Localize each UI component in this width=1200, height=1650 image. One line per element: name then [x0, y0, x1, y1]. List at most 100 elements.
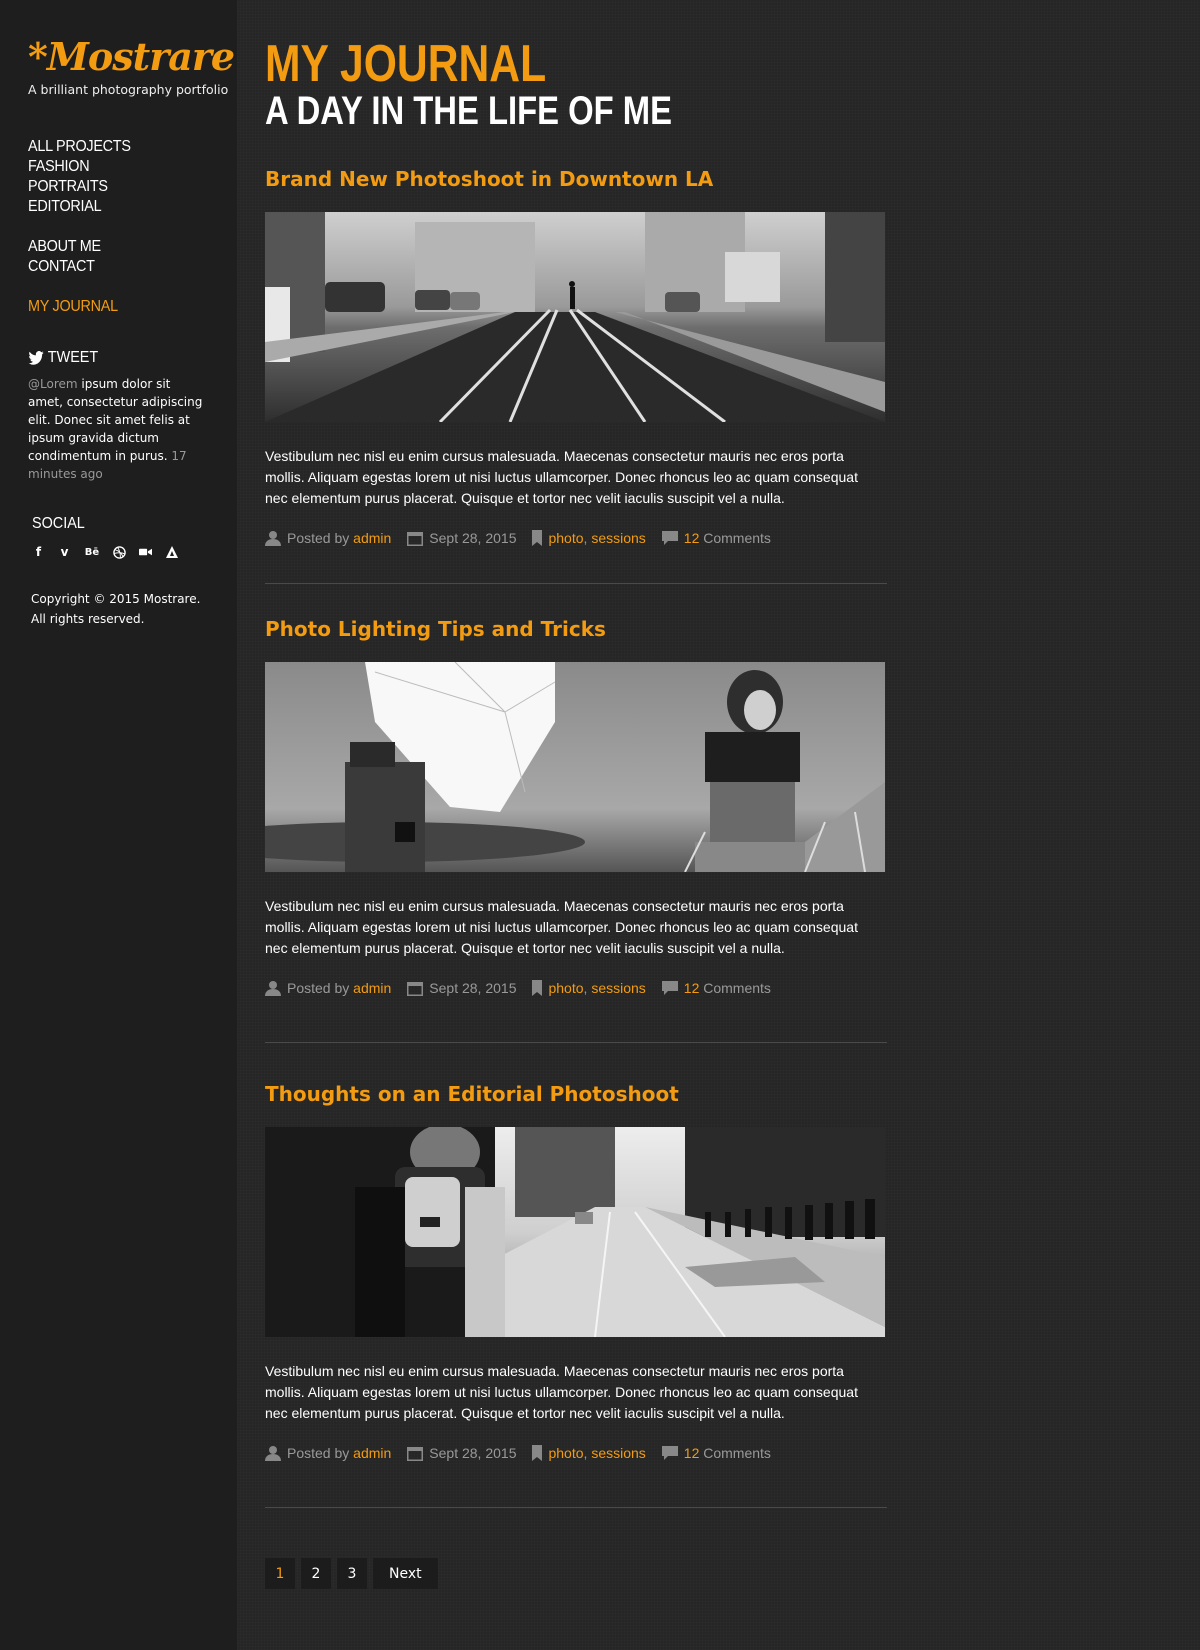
- user-icon: [265, 981, 281, 996]
- post-meta: Posted by admin Sept 28, 2015 photo, ses…: [265, 1445, 887, 1461]
- post-3: Thoughts on an Editorial Photoshoot Vest…: [265, 1081, 887, 1461]
- tag-link[interactable]: sessions: [591, 530, 645, 546]
- comment-icon: [661, 1446, 678, 1460]
- post-meta: Posted by admin Sept 28, 2015 photo, ses…: [265, 980, 887, 996]
- twitter-icon: [28, 351, 44, 365]
- copyright: Copyright © 2015 Mostrare. All rights re…: [31, 589, 237, 629]
- meta-comments: 12 Comments: [661, 530, 771, 546]
- meta-tags: photo, sessions: [532, 980, 646, 996]
- facebook-icon[interactable]: f: [32, 545, 45, 559]
- bookmark-icon: [532, 1445, 543, 1461]
- post-body: Vestibulum nec nisl eu enim cursus males…: [265, 898, 858, 956]
- comment-icon: [661, 981, 678, 995]
- page-button-1[interactable]: 1: [265, 1558, 295, 1589]
- vimeo-icon[interactable]: v: [58, 545, 71, 559]
- user-icon: [265, 531, 281, 546]
- bookmark-icon: [532, 980, 543, 996]
- post-body: Vestibulum nec nisl eu enim cursus males…: [265, 1363, 858, 1421]
- post-divider: [265, 583, 887, 584]
- meta-date: Sept 28, 2015: [407, 980, 516, 996]
- comments-label: Comments: [703, 530, 771, 546]
- post-date: Sept 28, 2015: [429, 530, 517, 546]
- page-button-3[interactable]: 3: [337, 1558, 367, 1589]
- copyright-line-2: All rights reserved.: [31, 612, 145, 626]
- main-content: MY JOURNAL A DAY IN THE LIFE OF ME: [265, 36, 887, 134]
- meta-comments: 12 Comments: [661, 980, 771, 996]
- tag-link[interactable]: sessions: [591, 1445, 645, 1461]
- comment-count[interactable]: 12: [684, 980, 700, 996]
- pagination: 1 2 3 Next: [265, 1558, 438, 1589]
- site-logo[interactable]: *Mostrare: [28, 34, 237, 80]
- nav-item-all-projects[interactable]: ALL PROJECTS: [28, 137, 216, 157]
- next-page-button[interactable]: Next: [373, 1558, 438, 1589]
- author-link[interactable]: admin: [353, 980, 391, 996]
- nav-item-fashion[interactable]: FASHION: [28, 157, 216, 177]
- meta-author: Posted by admin: [265, 980, 391, 996]
- post-2: Photo Lighting Tips and Tricks Vestibulu…: [265, 616, 887, 996]
- meta-comments: 12 Comments: [661, 1445, 771, 1461]
- post-title[interactable]: Thoughts on an Editorial Photoshoot: [265, 1081, 887, 1107]
- page-subtitle: A DAY IN THE LIFE OF ME: [265, 89, 673, 133]
- post-image-city-street[interactable]: [265, 1127, 885, 1337]
- meta-date: Sept 28, 2015: [407, 530, 516, 546]
- page-title: MY JOURNAL: [265, 35, 547, 93]
- post-date: Sept 28, 2015: [429, 1445, 517, 1461]
- post-body: Vestibulum nec nisl eu enim cursus males…: [265, 448, 858, 506]
- nav-item-about-me[interactable]: ABOUT ME: [28, 237, 216, 257]
- comments-label: Comments: [703, 980, 771, 996]
- post-title[interactable]: Photo Lighting Tips and Tricks: [265, 616, 887, 642]
- bookmark-icon: [532, 530, 543, 546]
- nav-item-portraits[interactable]: PORTRAITS: [28, 177, 216, 197]
- calendar-icon: [407, 532, 424, 546]
- user-icon: [265, 1446, 281, 1461]
- tag-link[interactable]: photo: [548, 530, 583, 546]
- calendar-icon: [407, 982, 424, 996]
- posted-by-label: Posted by: [287, 530, 350, 546]
- comments-label: Comments: [703, 1445, 771, 1461]
- post-divider: [265, 1042, 887, 1043]
- comment-count[interactable]: 12: [684, 530, 700, 546]
- vine-icon[interactable]: [165, 545, 178, 559]
- main-nav: ALL PROJECTS FASHION PORTRAITS EDITORIAL…: [28, 137, 237, 317]
- behance-icon[interactable]: Bē: [84, 545, 100, 559]
- calendar-icon: [407, 1447, 424, 1461]
- tweet-handle[interactable]: @Lorem: [28, 377, 78, 391]
- nav-group-info: ABOUT ME CONTACT: [28, 237, 237, 277]
- post-title[interactable]: Brand New Photoshoot in Downtown LA: [265, 166, 887, 192]
- copyright-line-1: Copyright © 2015 Mostrare.: [31, 592, 201, 606]
- nav-group-journal: MY JOURNAL: [28, 297, 237, 317]
- tweet-heading: TWEET: [28, 349, 216, 367]
- meta-author: Posted by admin: [265, 530, 391, 546]
- dribbble-icon[interactable]: [113, 545, 126, 559]
- nav-item-contact[interactable]: CONTACT: [28, 257, 216, 277]
- tag-link[interactable]: sessions: [591, 980, 645, 996]
- video-icon[interactable]: [139, 545, 152, 559]
- author-link[interactable]: admin: [353, 1445, 391, 1461]
- tag-link[interactable]: photo: [548, 1445, 583, 1461]
- tag-link[interactable]: photo: [548, 980, 583, 996]
- meta-author: Posted by admin: [265, 1445, 391, 1461]
- post-1: Brand New Photoshoot in Downtown LA Vest…: [265, 166, 887, 546]
- sidebar: *Mostrare A brilliant photography portfo…: [0, 0, 237, 1650]
- social-heading: SOCIAL: [32, 515, 85, 532]
- nav-item-my-journal[interactable]: MY JOURNAL: [28, 297, 216, 317]
- posted-by-label: Posted by: [287, 980, 350, 996]
- meta-date: Sept 28, 2015: [407, 1445, 516, 1461]
- comment-count[interactable]: 12: [684, 1445, 700, 1461]
- post-divider: [265, 1507, 887, 1508]
- meta-tags: photo, sessions: [532, 1445, 646, 1461]
- author-link[interactable]: admin: [353, 530, 391, 546]
- posted-by-label: Posted by: [287, 1445, 350, 1461]
- nav-item-editorial[interactable]: EDITORIAL: [28, 197, 216, 217]
- nav-group-portfolio: ALL PROJECTS FASHION PORTRAITS EDITORIAL: [28, 137, 237, 217]
- post-image-umbrella[interactable]: [265, 662, 885, 872]
- tweet-text: @Lorem ipsum dolor sit amet, consectetur…: [28, 375, 208, 483]
- social-icons: f v Bē: [32, 545, 237, 559]
- page-button-2[interactable]: 2: [301, 1558, 331, 1589]
- post-image-street[interactable]: [265, 212, 885, 422]
- comment-icon: [661, 531, 678, 545]
- site-tagline: A brilliant photography portfolio: [28, 82, 229, 97]
- post-meta: Posted by admin Sept 28, 2015 photo, ses…: [265, 530, 887, 546]
- post-date: Sept 28, 2015: [429, 980, 517, 996]
- meta-tags: photo, sessions: [532, 530, 646, 546]
